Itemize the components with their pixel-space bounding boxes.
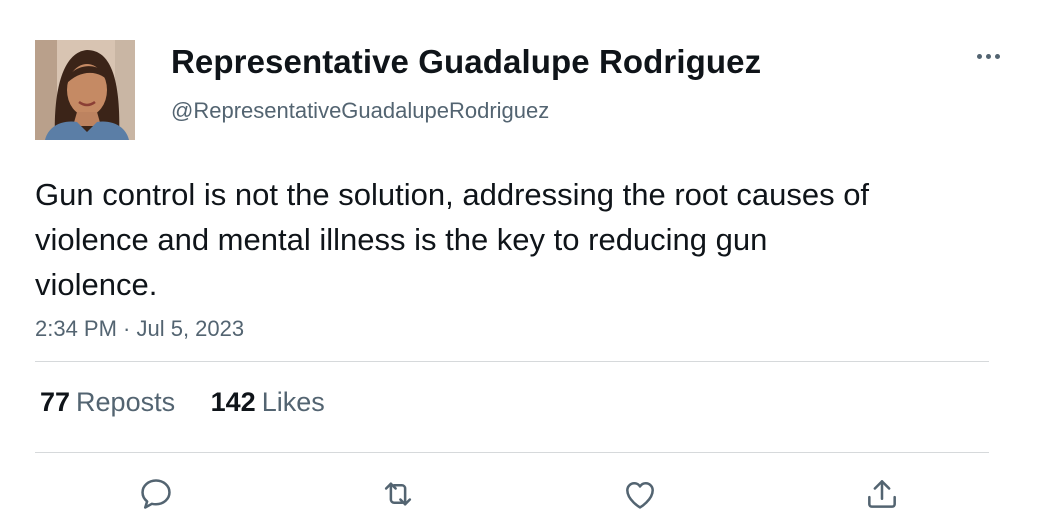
author-handle[interactable]: @RepresentativeGuadalupeRodriguez — [171, 98, 549, 124]
likes-count: 142 — [210, 387, 256, 417]
tweet-text: Gun control is not the solution, address… — [35, 177, 870, 302]
divider — [35, 361, 989, 362]
avatar[interactable] — [35, 40, 135, 140]
like-button[interactable] — [620, 474, 660, 514]
reply-icon — [141, 479, 171, 509]
engagement-stats: 77 Reposts 142 Likes — [40, 387, 353, 418]
repost-button[interactable] — [378, 474, 418, 514]
repost-icon — [384, 482, 412, 506]
reposts-stat[interactable]: 77 Reposts — [40, 387, 175, 418]
reposts-label: Reposts — [76, 387, 176, 417]
tweet-timestamp[interactable]: 2:34 PM · Jul 5, 2023 — [35, 316, 244, 342]
reply-button[interactable] — [136, 474, 176, 514]
more-dot-icon — [976, 53, 982, 59]
more-dot-icon — [985, 53, 991, 59]
share-icon — [868, 480, 896, 508]
reposts-count: 77 — [40, 387, 71, 417]
likes-label: Likes — [261, 387, 325, 417]
profile-photo — [35, 40, 135, 140]
more-dot-icon — [994, 53, 1000, 59]
more-options-button[interactable] — [968, 44, 1008, 68]
likes-stat[interactable]: 142 Likes — [211, 387, 325, 418]
divider — [35, 452, 989, 453]
author-display-name[interactable]: Representative Guadalupe Rodriguez — [171, 43, 761, 81]
like-icon — [626, 481, 654, 509]
share-button[interactable] — [862, 474, 902, 514]
